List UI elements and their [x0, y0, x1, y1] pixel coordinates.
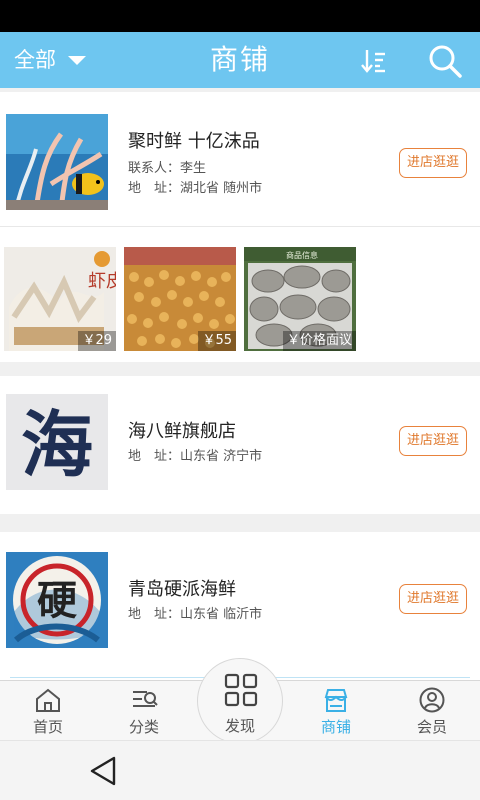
status-bar — [0, 0, 480, 32]
tab-label: 首页 — [32, 718, 63, 736]
search-icon[interactable] — [426, 42, 464, 80]
product-thumb[interactable]: 商品信息 ￥价格面议 — [244, 247, 356, 351]
tab-shops[interactable]: 商铺 — [288, 681, 384, 741]
shop-name: 海八鲜旗舰店 — [128, 421, 236, 442]
shop-row[interactable]: 海 海八鲜旗舰店 地 址：山东省 济宁市 进店逛逛 — [0, 376, 480, 510]
contact-label: 联系人： — [128, 161, 181, 176]
shop-row[interactable]: 硬 青岛硬派海鲜 地 址：山东省 临沂市 进店逛逛 — [0, 532, 480, 666]
visit-shop-button[interactable]: 进店逛逛 — [399, 584, 467, 614]
shop-row[interactable]: 聚时鲜 十亿沫品 联系人：李生 地 址：湖北省 随州市 进店逛逛 — [0, 92, 480, 226]
tab-label: 分类 — [128, 718, 159, 736]
divider — [0, 226, 480, 227]
address-value: 山东省 临沂市 — [180, 607, 263, 622]
shop-name: 聚时鲜 十亿沫品 — [128, 131, 260, 152]
tab-label: 会员 — [416, 718, 447, 736]
visit-shop-button[interactable]: 进店逛逛 — [399, 426, 467, 456]
back-icon[interactable] — [88, 755, 118, 787]
visit-shop-button[interactable]: 进店逛逛 — [399, 148, 467, 178]
product-thumb[interactable]: 虾皮 ￥29 — [4, 247, 116, 351]
shop-address: 地 址：山东省 临沂市 — [128, 606, 262, 624]
address-label: 地 址： — [128, 607, 181, 622]
system-nav-bar — [0, 740, 480, 800]
shop-logo: 海 — [6, 394, 108, 490]
shop-icon — [324, 689, 348, 712]
logo-text: 硬 — [37, 578, 77, 624]
home-icon — [36, 688, 60, 712]
app-header: 全部 商铺 — [0, 32, 480, 88]
shop-list: 聚时鲜 十亿沫品 联系人：李生 地 址：湖北省 随州市 进店逛逛 虾皮 ￥29 — [0, 88, 480, 680]
address-label: 地 址： — [128, 181, 181, 196]
tab-discover[interactable]: 发现 — [197, 658, 283, 744]
product-price: ￥价格面议 — [282, 331, 356, 351]
shop-contact: 联系人：李生 — [128, 160, 206, 178]
category-icon — [133, 691, 158, 707]
product-overlay-text: 虾皮 — [88, 271, 116, 292]
page-title: 商铺 — [209, 43, 270, 76]
product-overlay-text: 商品信息 — [286, 250, 318, 260]
shop-address: 地 址：湖北省 随州市 — [128, 180, 262, 198]
shop-address: 地 址：山东省 济宁市 — [128, 448, 262, 466]
address-label: 地 址： — [128, 449, 181, 464]
tab-label: 发现 — [224, 717, 255, 735]
tab-category[interactable]: 分类 — [96, 681, 192, 741]
logo-text: 海 — [21, 403, 93, 487]
product-price: ￥55 — [198, 331, 236, 351]
sort-icon[interactable] — [358, 46, 388, 76]
shop-card: 海 海八鲜旗舰店 地 址：山东省 济宁市 进店逛逛 — [0, 376, 480, 514]
tab-home[interactable]: 首页 — [0, 681, 96, 741]
grid-icon — [224, 673, 258, 707]
shop-card: 聚时鲜 十亿沫品 联系人：李生 地 址：湖北省 随州市 进店逛逛 虾皮 ￥29 — [0, 92, 480, 362]
product-price: ￥29 — [78, 331, 116, 351]
shop-name: 青岛硬派海鲜 — [128, 579, 236, 600]
address-value: 湖北省 随州市 — [180, 181, 263, 196]
contact-value: 李生 — [180, 161, 207, 176]
user-icon — [419, 687, 445, 713]
shop-logo: 硬 — [6, 552, 108, 648]
address-value: 山东省 济宁市 — [180, 449, 263, 464]
tab-label: 商铺 — [320, 718, 351, 736]
shop-logo — [6, 114, 108, 210]
tab-member[interactable]: 会员 — [384, 681, 480, 741]
product-thumb[interactable]: ￥55 — [124, 247, 236, 351]
